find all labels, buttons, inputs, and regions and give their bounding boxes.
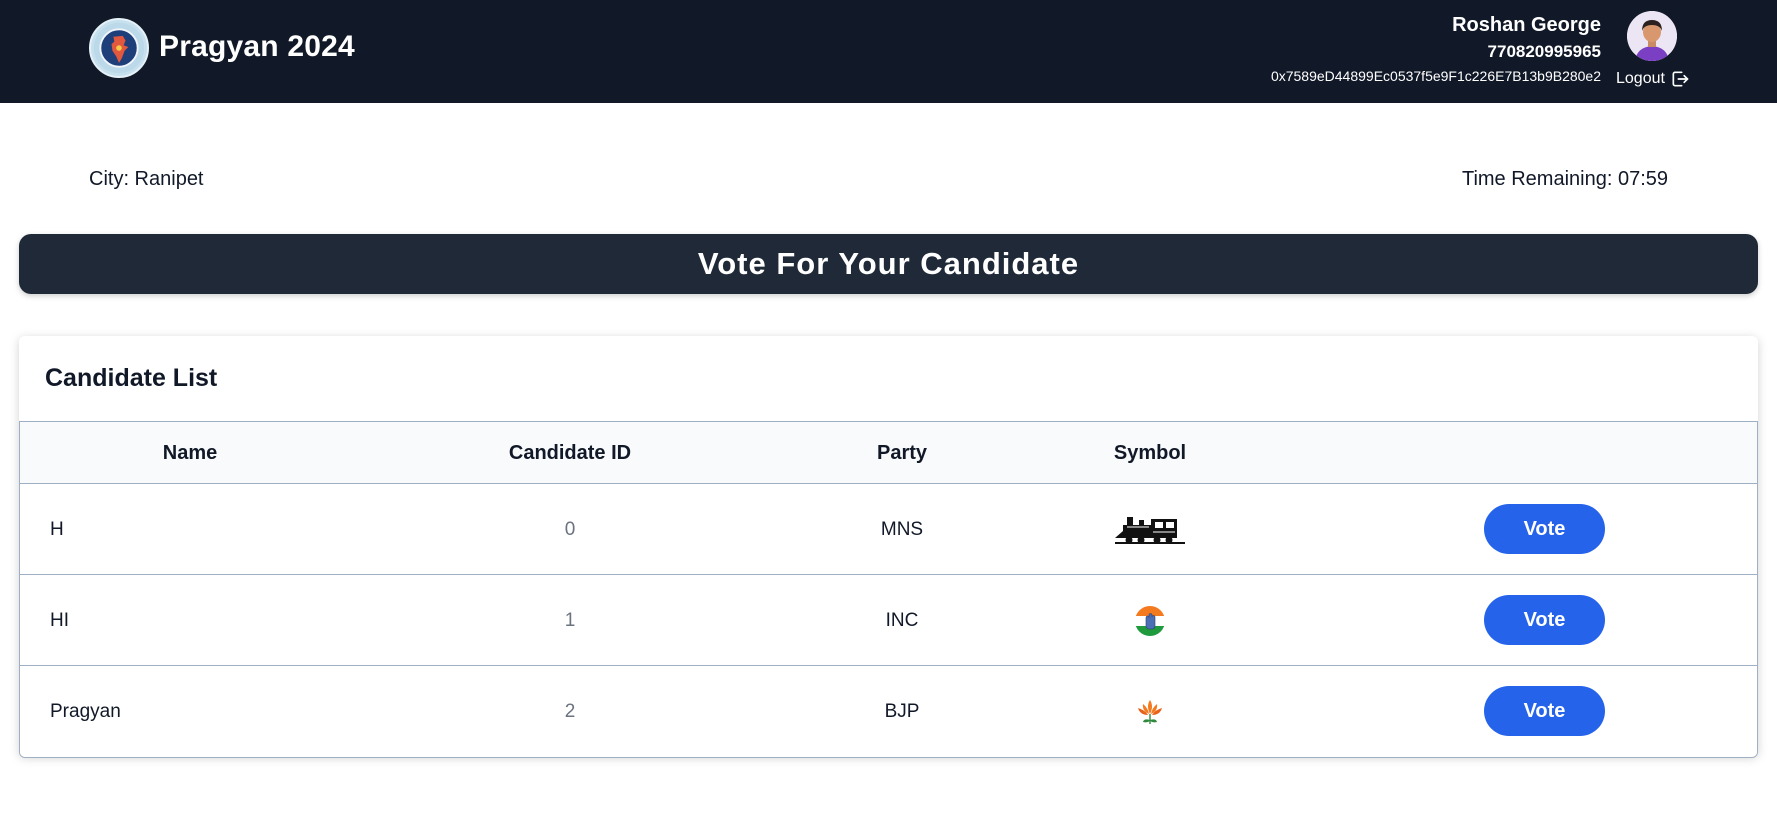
column-header-symbol: Symbol <box>1113 442 1187 464</box>
logout-label: Logout <box>1616 70 1665 87</box>
candidate-table: Name Candidate ID Party Symbol H 0 MNS V… <box>19 421 1758 758</box>
city-label: City: Ranipet <box>89 168 204 190</box>
column-header-party: Party <box>876 442 928 464</box>
column-header-name: Name <box>162 442 218 464</box>
candidate-id: 1 <box>564 610 576 631</box>
logout-icon <box>1672 71 1689 87</box>
candidate-party: MNS <box>880 519 924 540</box>
table-row: HI 1 INC Vote <box>20 575 1757 666</box>
vote-button[interactable]: Vote <box>1484 686 1605 736</box>
candidate-name: HI <box>50 610 69 631</box>
table-header: Name Candidate ID Party Symbol <box>20 422 1757 484</box>
card-title: Candidate List <box>45 364 218 392</box>
candidate-party: INC <box>885 610 919 631</box>
vote-button[interactable]: Vote <box>1484 595 1605 645</box>
time-remaining: Time Remaining: 07:59 <box>1461 168 1668 190</box>
user-phone: 770820995965 <box>1487 42 1601 61</box>
top-navbar: Pragyan 2024 Roshan George 770820995965 … <box>0 0 1777 103</box>
user-avatar-icon[interactable] <box>1627 11 1677 61</box>
railway-engine-icon <box>1110 484 1190 575</box>
column-header-candidate-id: Candidate ID <box>508 442 632 464</box>
wallet-address: 0x7589eD44899Ec0537f5e9F1c226E7B13b9B280… <box>1270 68 1601 84</box>
banner-title: Vote For Your Candidate <box>697 246 1080 281</box>
emblem-logo-icon <box>89 18 149 78</box>
candidate-id: 0 <box>564 519 576 540</box>
candidate-party: BJP <box>884 701 920 722</box>
table-row: H 0 MNS Vote <box>20 484 1757 575</box>
candidate-list-card: Candidate List Name Candidate ID Party S… <box>19 336 1758 758</box>
candidate-name: H <box>50 519 64 540</box>
lotus-icon <box>1110 666 1190 757</box>
app-title: Pragyan 2024 <box>159 30 355 63</box>
table-row: Pragyan 2 BJP Vote <box>20 666 1757 757</box>
vote-button[interactable]: Vote <box>1484 504 1605 554</box>
candidate-name: Pragyan <box>50 701 121 722</box>
hand-tricolor-icon <box>1110 575 1190 666</box>
vote-banner: Vote For Your Candidate <box>19 234 1758 294</box>
logout-button[interactable]: Logout <box>1616 68 1690 90</box>
candidate-id: 2 <box>564 701 576 722</box>
user-name: Roshan George <box>1452 14 1601 36</box>
